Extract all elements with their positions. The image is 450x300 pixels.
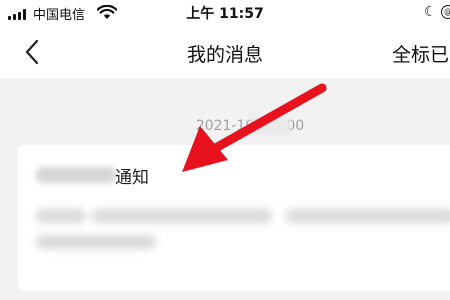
page-title: 我的消息 <box>186 44 263 66</box>
message-body-redaction <box>36 209 86 223</box>
title-redaction <box>36 167 116 183</box>
mark-all-read-button[interactable]: 全标已 <box>392 40 449 67</box>
status-time: 上午 11:57 <box>186 6 264 22</box>
message-body-redaction <box>286 209 450 223</box>
message-card[interactable]: 通知 <box>18 145 450 291</box>
rotation-lock-icon: @ <box>441 5 450 19</box>
status-bar: 中国电信 上午 11:57 ☾ @ <box>0 0 450 26</box>
message-timestamp: 2021-10- 12:00 <box>195 118 304 134</box>
message-title: 通知 <box>115 168 149 188</box>
timestamp-redaction <box>250 117 290 135</box>
do-not-disturb-icon: ☾ <box>424 4 437 20</box>
message-body-redaction <box>92 209 272 223</box>
message-body-redaction <box>36 235 156 249</box>
